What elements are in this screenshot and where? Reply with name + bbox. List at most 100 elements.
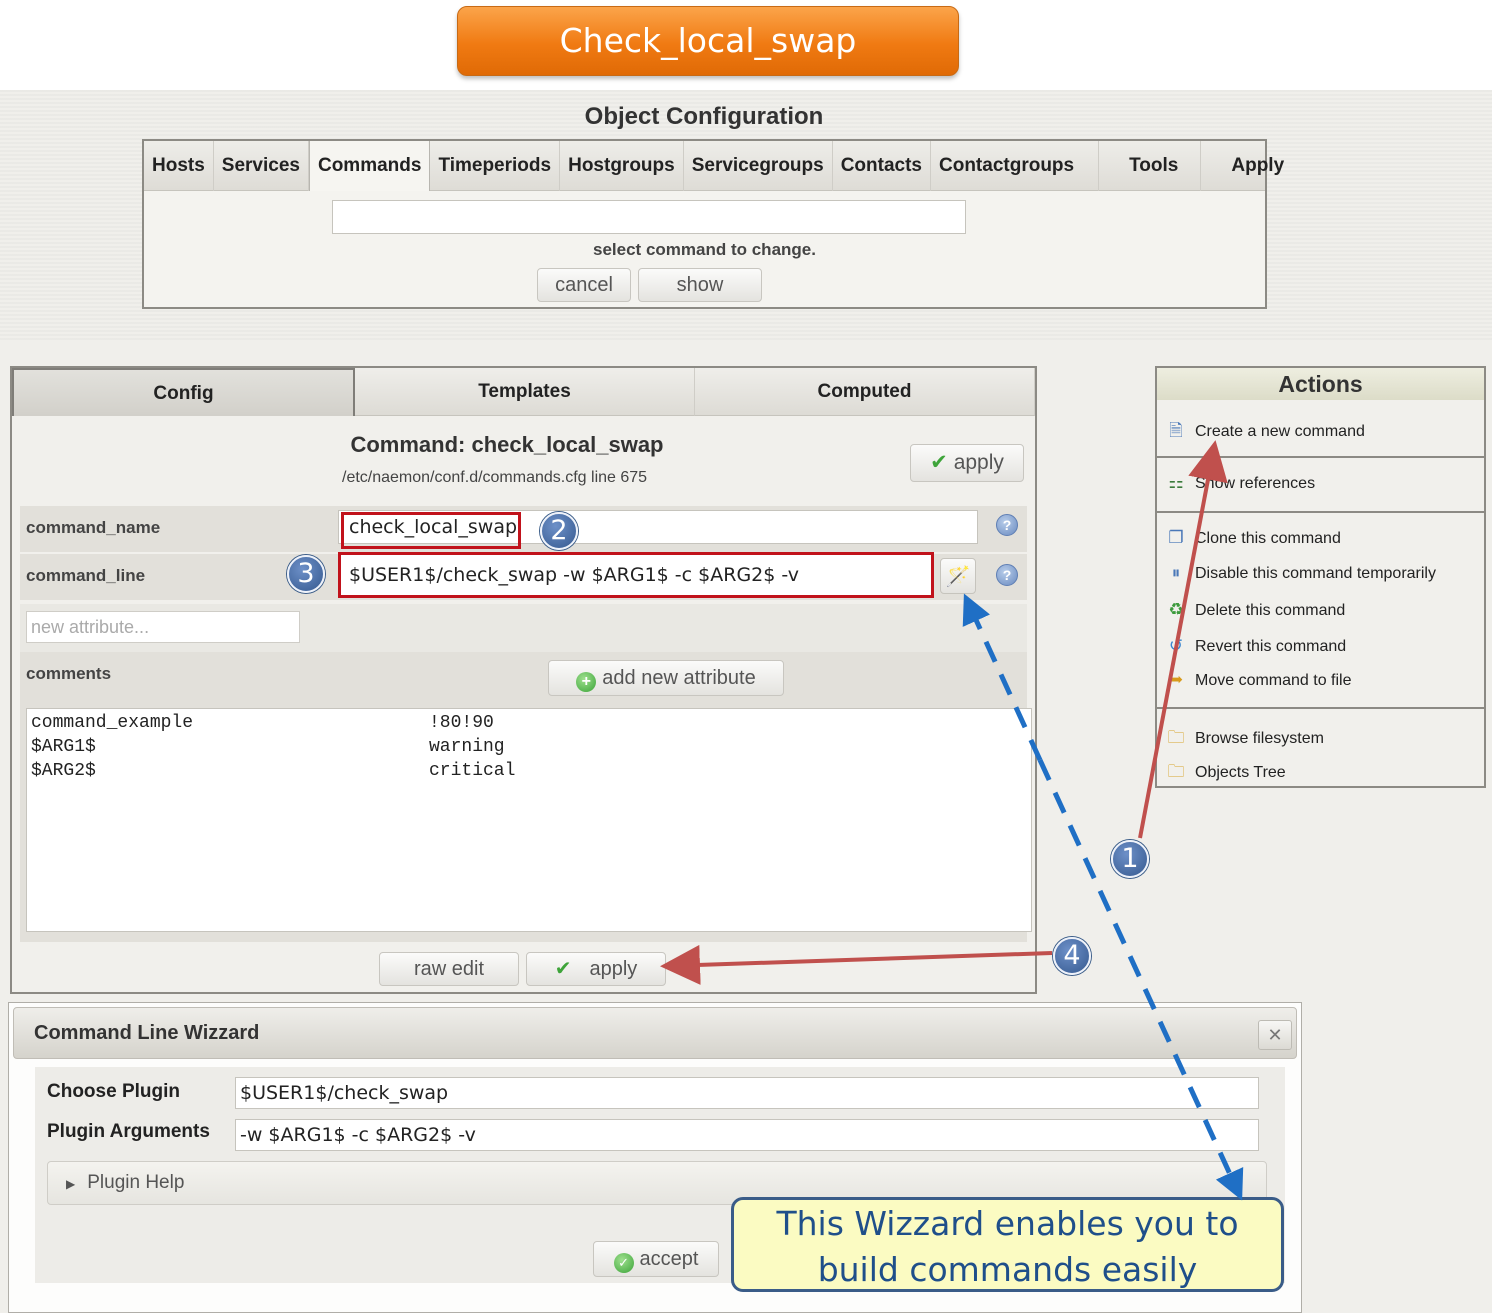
separator [1157, 511, 1484, 513]
select-hint: select command to change. [593, 240, 816, 259]
show-button[interactable]: show [638, 268, 762, 302]
wizard-wand-button[interactable]: 🪄 [940, 558, 976, 594]
action-label: Delete this command [1195, 602, 1346, 619]
wizard-callout: This Wizzard enables you to build comman… [731, 1197, 1284, 1292]
pause-icon: ⏸ [1171, 563, 1181, 582]
choose-plugin-label: Choose Plugin [47, 1081, 180, 1102]
tab-config[interactable]: Config [12, 368, 355, 416]
actions-title: Actions [1157, 368, 1484, 400]
action-label: Create a new command [1195, 423, 1365, 440]
help-icon[interactable]: ? [996, 564, 1018, 586]
command-title: Command: check_local_swap [350, 432, 664, 457]
folder-search-icon: 🗀 [1167, 728, 1185, 747]
cancel-button[interactable]: cancel [537, 268, 631, 302]
action-browse-filesystem[interactable]: 🗀 Browse filesystem [1165, 725, 1324, 754]
separator [1157, 456, 1484, 458]
config-panel: Config Templates Computed Command: check… [10, 366, 1037, 994]
magic-wand-icon: 🪄 [945, 566, 971, 588]
choose-plugin-input[interactable]: $USER1$/check_swap [235, 1077, 1259, 1109]
tab-templates[interactable]: Templates [355, 368, 695, 416]
apply-label: apply [589, 958, 638, 980]
tab-hostgroups[interactable]: Hostgroups [560, 141, 684, 191]
command-name-label: command_name [26, 518, 161, 537]
tab-commands[interactable]: Commands [308, 141, 431, 191]
step-marker-4: 4 [1053, 937, 1091, 975]
folder-icon: 🗀 [1167, 762, 1185, 781]
accept-button[interactable]: ✓ accept [593, 1241, 719, 1277]
command-name-highlight [341, 512, 521, 549]
step-marker-2: 2 [540, 512, 578, 550]
comment-value: !80!90 [429, 713, 494, 733]
copy-icon: ❐ [1168, 528, 1184, 547]
tab-servicegroups[interactable]: Servicegroups [684, 141, 833, 191]
action-label: Objects Tree [1195, 764, 1286, 781]
close-icon[interactable]: ✕ [1258, 1020, 1292, 1050]
checkmark-icon: ✔ [554, 958, 572, 980]
comment-key: $ARG2$ [31, 761, 96, 781]
tab-contacts[interactable]: Contacts [833, 141, 931, 191]
nav-tabs: Hosts Services Commands Timeperiods Host… [144, 141, 1284, 191]
plugin-arguments-label: Plugin Arguments [47, 1121, 210, 1142]
new-attribute-input[interactable]: new attribute... [26, 611, 300, 643]
command-line-input[interactable]: $USER1$/check_swap -w $ARG1$ -c $ARG2$ -… [338, 552, 934, 598]
command-select[interactable] [332, 200, 966, 234]
comment-value: warning [429, 737, 505, 757]
new-document-icon: 🗎 [1169, 421, 1183, 440]
action-show-references[interactable]: ⚏ Show references [1165, 473, 1315, 493]
title-banner: Check_local_swap [457, 6, 959, 76]
action-label: Clone this command [1195, 530, 1341, 547]
tab-apply[interactable]: Apply [1201, 141, 1314, 191]
action-label: Revert this command [1195, 638, 1347, 655]
tab-computed[interactable]: Computed [695, 368, 1035, 416]
comment-key: $ARG1$ [31, 737, 96, 757]
recycle-icon: ♻ [1168, 600, 1184, 619]
action-objects-tree[interactable]: 🗀 Objects Tree [1165, 759, 1286, 788]
apply-label: apply [953, 451, 1004, 474]
tab-timeperiods[interactable]: Timeperiods [430, 141, 561, 191]
tab-hosts[interactable]: Hosts [144, 141, 214, 191]
comment-value: critical [429, 761, 516, 781]
action-label: Show references [1195, 475, 1316, 492]
raw-edit-button[interactable]: raw edit [379, 952, 519, 986]
help-icon[interactable]: ? [996, 514, 1018, 536]
action-label: Move command to file [1195, 672, 1352, 689]
page-title: Object Configuration [584, 103, 824, 130]
comment-key: command_example [31, 713, 194, 733]
tab-contactgroups[interactable]: Contactgroups [931, 141, 1100, 191]
move-icon: ➥ [1168, 670, 1184, 689]
config-tabs: Config Templates Computed [12, 368, 1035, 416]
accept-label: accept [639, 1248, 699, 1270]
action-create-command[interactable]: 🗎 Create a new command [1165, 418, 1365, 447]
action-revert-command[interactable]: ↺ Revert this command [1165, 636, 1346, 656]
action-disable-command[interactable]: ⏸ Disable this command temporarily [1165, 563, 1436, 583]
tab-services[interactable]: Services [214, 141, 309, 191]
plugin-help-label: Plugin Help [87, 1172, 185, 1193]
action-clone-command[interactable]: ❐ Clone this command [1165, 528, 1341, 548]
separator [1157, 707, 1484, 709]
tab-tools[interactable]: Tools [1099, 141, 1202, 191]
apply-button-top[interactable]: ✔ apply [910, 444, 1024, 482]
comments-textarea[interactable]: command_example !80!90 $ARG1$ warning $A… [26, 708, 1032, 932]
sitemap-icon: ⚏ [1168, 473, 1184, 492]
action-label: Disable this command temporarily [1195, 565, 1436, 582]
check-circle-icon: ✓ [613, 1253, 634, 1273]
apply-button-bottom[interactable]: ✔ apply [526, 952, 666, 986]
wizard-header: Command Line Wizzard ✕ [13, 1007, 1297, 1059]
action-delete-command[interactable]: ♻ Delete this command [1165, 600, 1345, 620]
command-file-path: /etc/naemon/conf.d/commands.cfg line 675 [342, 469, 648, 486]
step-marker-3: 3 [287, 555, 325, 593]
command-line-label: command_line [26, 566, 146, 585]
actions-panel: Actions 🗎 Create a new command ⚏ Show refe… [1155, 366, 1486, 788]
add-attribute-label: add new attribute [602, 667, 756, 689]
revert-icon: ↺ [1168, 636, 1184, 655]
object-type-nav: Hosts Services Commands Timeperiods Host… [142, 139, 1284, 309]
wizard-title: Command Line Wizzard [34, 1022, 260, 1044]
add-new-attribute-button[interactable]: + add new attribute [548, 660, 784, 696]
comments-label: comments [26, 664, 112, 683]
action-move-command[interactable]: ➥ Move command to file [1165, 670, 1352, 690]
plus-icon: + [576, 672, 597, 692]
checkmark-icon: ✔ [930, 451, 948, 474]
caret-right-icon: ▶ [66, 1177, 76, 1191]
plugin-arguments-input[interactable]: -w $ARG1$ -c $ARG2$ -v [235, 1119, 1259, 1151]
action-label: Browse filesystem [1195, 730, 1324, 747]
